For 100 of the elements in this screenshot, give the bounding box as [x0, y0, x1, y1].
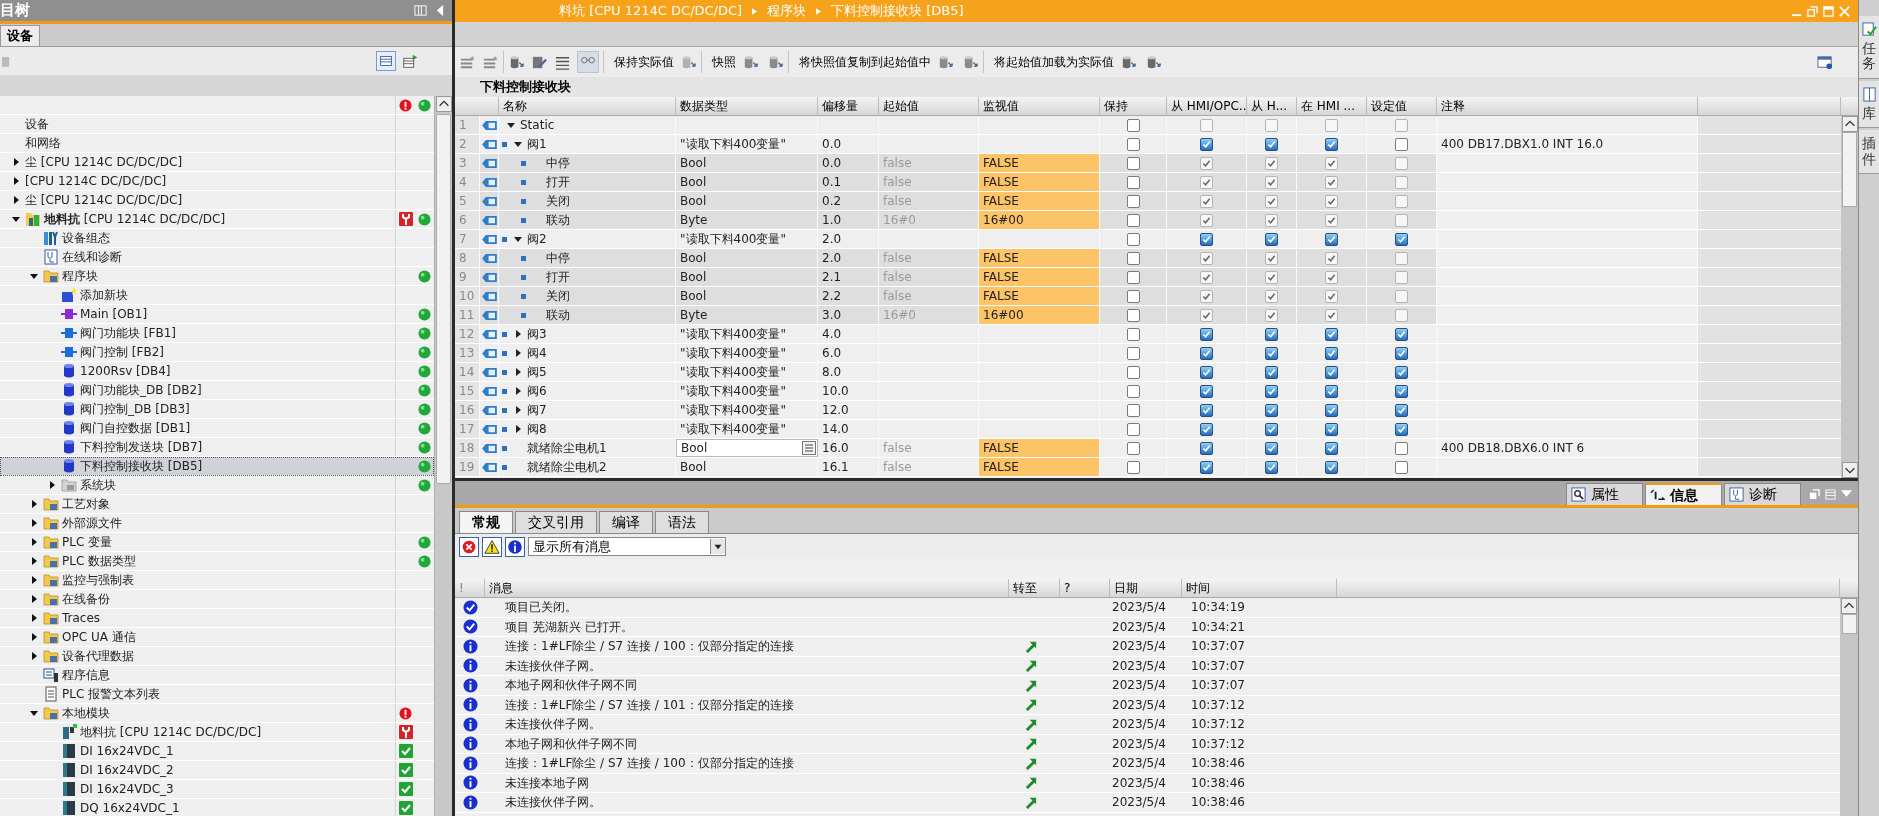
- inspector-tab[interactable]: 诊断: [1724, 483, 1801, 505]
- tree-item[interactable]: PLC 数据类型: [0, 552, 434, 571]
- database-icon[interactable]: [680, 53, 697, 71]
- side-tab[interactable]: 库: [1859, 80, 1879, 129]
- side-tab[interactable]: 插件: [1859, 130, 1879, 174]
- column-header[interactable]: 保持: [1100, 97, 1167, 115]
- expand-arrow-icon[interactable]: [48, 481, 56, 489]
- message-row[interactable]: 连接：1#LF除尘 / S7 连接 / 100：仅部分指定的连接 2023/5/4 10:37:07: [455, 637, 1840, 657]
- tree-item[interactable]: 程序块: [0, 267, 434, 286]
- database-icon[interactable]: [767, 53, 784, 71]
- scroll-thumb[interactable]: [436, 114, 451, 484]
- message-row[interactable]: 未连接本地子网 2023/5/4 10:38:46: [455, 773, 1840, 793]
- message-row[interactable]: 项目 芜湖新兴 已打开。 2023/5/4 10:34:21: [455, 617, 1840, 637]
- tree-item[interactable]: 设备代理数据: [0, 647, 434, 666]
- message-row[interactable]: 未连接伙伴子网。 2023/5/4 10:38:46: [455, 793, 1840, 813]
- column-header[interactable]: 日期: [1110, 579, 1182, 597]
- tree-item[interactable]: 地料抗 [CPU 1214C DC/DC/DC]: [0, 210, 434, 229]
- column-header[interactable]: 名称: [499, 97, 676, 115]
- tree-item[interactable]: 阀门功能块_DB [DB2]: [0, 381, 434, 400]
- expand-arrow-icon[interactable]: [30, 595, 38, 603]
- tree-item[interactable]: 阀门控制_DB [DB3]: [0, 400, 434, 419]
- panel-tab[interactable]: 设备: [0, 25, 40, 46]
- expand-arrow-icon[interactable]: [12, 196, 20, 204]
- tree-item[interactable]: 下料控制接收块 [DB5]: [0, 457, 434, 476]
- diagonal-arrow-icon[interactable]: [1025, 737, 1038, 751]
- tree-item[interactable]: 尘 [CPU 1214C DC/DC/DC]: [0, 153, 434, 172]
- message-row[interactable]: 未连接伙伴子网。 2023/5/4 10:37:07: [455, 656, 1840, 676]
- column-header[interactable]: 在 HMI ...: [1297, 97, 1367, 115]
- tree-item[interactable]: 设备: [0, 115, 434, 134]
- column-header[interactable]: 从 H...: [1247, 97, 1297, 115]
- tree-item[interactable]: 阀门控制 [FB2]: [0, 343, 434, 362]
- expand-arrow-icon[interactable]: [30, 500, 38, 508]
- scroll-thumb[interactable]: [1841, 614, 1857, 634]
- tree-item[interactable]: [CPU 1214C DC/DC/DC]: [0, 172, 434, 191]
- expand-arrow-icon[interactable]: [30, 557, 38, 565]
- tree-item[interactable]: 设备组态: [0, 229, 434, 248]
- tree-item[interactable]: DI 16x24VDC_1: [0, 742, 434, 761]
- toolbar-button[interactable]: 将起始值加载为实际值: [988, 50, 1120, 74]
- side-tab[interactable]: 任务: [1859, 16, 1879, 79]
- inspector-tab[interactable]: 信息: [1645, 483, 1722, 505]
- tree-item[interactable]: 尘 [CPU 1214C DC/DC/DC]: [0, 191, 434, 210]
- tree-item[interactable]: 监控与强制表: [0, 571, 434, 590]
- column-header[interactable]: 注释: [1437, 97, 1698, 115]
- tree-item[interactable]: 阀门功能块 [FB1]: [0, 324, 434, 343]
- scrollbar[interactable]: [1841, 116, 1858, 478]
- tree-item[interactable]: 下料控制发送块 [DB7]: [0, 438, 434, 457]
- database-icon[interactable]: [937, 53, 954, 71]
- column-header[interactable]: 偏移量: [818, 97, 879, 115]
- tree-item[interactable]: 地料抗 [CPU 1214C DC/DC/DC]: [0, 723, 434, 742]
- tab[interactable]: 交叉引用: [515, 511, 597, 533]
- column-header[interactable]: 从 HMI/OPC..: [1167, 97, 1247, 115]
- scroll-down-icon[interactable]: [1841, 462, 1858, 478]
- toolbar-button[interactable]: 将快照值复制到起始值中: [793, 50, 937, 74]
- tree-item[interactable]: PLC 变量: [0, 533, 434, 552]
- panel-layout-icon[interactable]: [414, 4, 427, 17]
- expand-arrow-icon[interactable]: [30, 709, 38, 717]
- expand-arrow-icon[interactable]: [12, 177, 20, 185]
- tab[interactable]: 语法: [655, 511, 709, 533]
- scrollbar[interactable]: [1840, 598, 1858, 816]
- expand-arrow-icon[interactable]: [30, 576, 38, 584]
- inspector-tab[interactable]: 属性: [1566, 483, 1643, 505]
- tree-item[interactable]: 和网络: [0, 134, 434, 153]
- tree-item[interactable]: 1200Rsv [DB4]: [0, 362, 434, 381]
- message-row[interactable]: 本地子网和伙伴子网不同 2023/5/4 10:37:12: [455, 734, 1840, 754]
- column-header[interactable]: 起始值: [879, 97, 979, 115]
- expand-arrow-icon[interactable]: [12, 215, 20, 223]
- diagonal-arrow-icon[interactable]: [1025, 756, 1038, 770]
- tree-item[interactable]: 添加新块: [0, 286, 434, 305]
- tab[interactable]: 常规: [459, 511, 513, 533]
- tree-item[interactable]: 在线备份: [0, 590, 434, 609]
- glasses-icon[interactable]: [577, 51, 599, 73]
- scroll-thumb[interactable]: [1842, 132, 1857, 207]
- collapse-arrow-icon[interactable]: [435, 4, 444, 17]
- column-header[interactable]: 数据类型: [676, 97, 818, 115]
- expand-arrow-icon[interactable]: [30, 272, 38, 280]
- message-row[interactable]: 本地子网和伙伴子网不同 2023/5/4 10:37:07: [455, 676, 1840, 696]
- message-row[interactable]: 连接：1#LF除尘 / S7 连接 / 101：仅部分指定的连接 2023/5/4 10:37:12: [455, 695, 1840, 715]
- expand-arrow-icon[interactable]: [30, 538, 38, 546]
- diagonal-arrow-icon[interactable]: [1025, 659, 1038, 673]
- tree-item[interactable]: 工艺对象: [0, 495, 434, 514]
- diagonal-arrow-icon[interactable]: [1025, 776, 1038, 790]
- scroll-up-icon[interactable]: [435, 96, 452, 112]
- expand-arrow-icon[interactable]: [30, 633, 38, 641]
- column-header[interactable]: 转至: [1009, 579, 1060, 597]
- column-header[interactable]: 监视值: [979, 97, 1100, 115]
- tree-item[interactable]: 系统块: [0, 476, 434, 495]
- diagonal-arrow-icon[interactable]: [1025, 698, 1038, 712]
- diagonal-arrow-icon[interactable]: [1025, 678, 1038, 692]
- diagonal-arrow-icon[interactable]: [1025, 717, 1038, 731]
- database-icon[interactable]: [742, 53, 759, 71]
- error-filter-icon[interactable]: [459, 536, 479, 557]
- toolbar-button[interactable]: 快照: [706, 50, 742, 74]
- scrollbar[interactable]: [434, 96, 452, 816]
- message-row[interactable]: 连接：1#LF除尘 / S7 连接 / 100：仅部分指定的连接 2023/5/4 10:38:46: [455, 754, 1840, 774]
- tree-item[interactable]: 程序信息: [0, 666, 434, 685]
- database-icon[interactable]: [508, 53, 525, 71]
- toolbar-button[interactable]: 保持实际值: [608, 50, 680, 74]
- tree-item[interactable]: 外部源文件: [0, 514, 434, 533]
- expand-arrow-icon[interactable]: [12, 158, 20, 166]
- column-header[interactable]: 时间: [1182, 579, 1337, 597]
